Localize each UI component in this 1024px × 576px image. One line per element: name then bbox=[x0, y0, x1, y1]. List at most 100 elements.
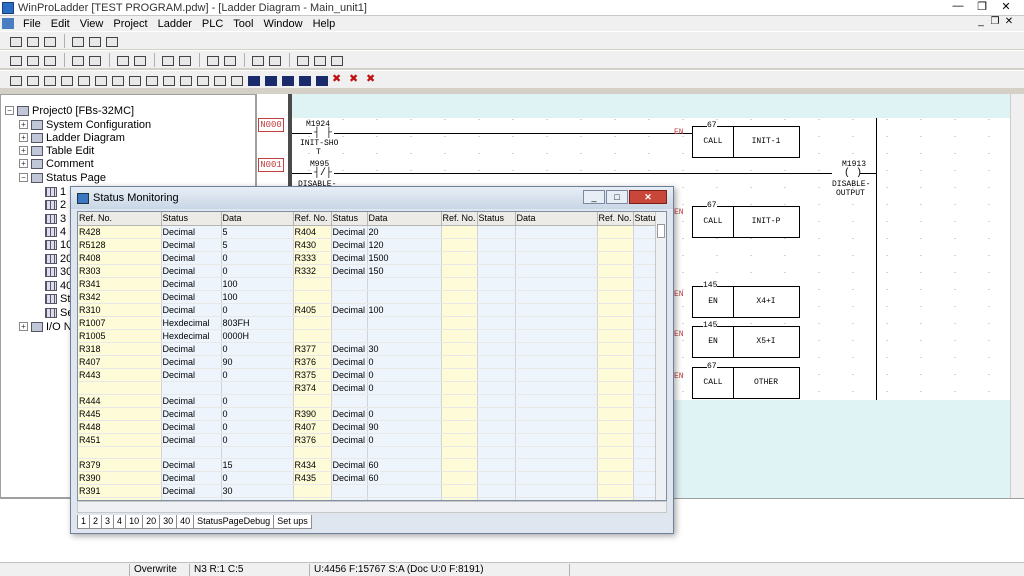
status-monitoring-dialog[interactable]: Status Monitoring _ □ ✕ Ref. No. Status Da… bbox=[70, 186, 674, 534]
network-label[interactable]: N000 bbox=[258, 118, 284, 132]
status-cell[interactable]: Decimal bbox=[331, 342, 368, 356]
ref-cell[interactable]: R448 bbox=[78, 420, 162, 434]
status-cell[interactable]: Decimal bbox=[331, 355, 368, 369]
ref-cell[interactable] bbox=[597, 225, 634, 239]
tree-item-ladder-diagram[interactable]: + Ladder Diagram bbox=[19, 131, 125, 144]
cut-icon[interactable] bbox=[70, 54, 84, 66]
ladder-view-icon[interactable] bbox=[70, 35, 84, 47]
ref-cell[interactable]: R451 bbox=[78, 433, 162, 447]
status-cell[interactable]: Decimal bbox=[161, 433, 222, 447]
status-cell[interactable]: Decimal bbox=[161, 471, 222, 486]
ref-cell[interactable] bbox=[441, 446, 478, 460]
arrow-icon[interactable] bbox=[229, 74, 243, 86]
status-cell[interactable] bbox=[477, 342, 516, 356]
page-icon[interactable] bbox=[250, 54, 264, 66]
table-row[interactable]: R341 Decimal 100 bbox=[78, 277, 658, 291]
ref-cell[interactable] bbox=[441, 277, 478, 291]
coil-icon[interactable] bbox=[127, 74, 141, 86]
ref-cell[interactable]: R444 bbox=[78, 394, 162, 408]
status-cell[interactable] bbox=[477, 394, 516, 408]
ref-cell[interactable] bbox=[441, 394, 478, 408]
status-cell[interactable]: Decimal bbox=[331, 381, 368, 395]
r-block-icon[interactable] bbox=[263, 74, 277, 86]
expand-icon[interactable]: + bbox=[19, 146, 28, 155]
ref-cell[interactable] bbox=[293, 290, 332, 304]
ref-cell[interactable]: R445 bbox=[78, 407, 162, 421]
ref-cell[interactable]: R408 bbox=[78, 251, 162, 265]
ref-cell[interactable] bbox=[597, 484, 634, 499]
expand-icon[interactable]: + bbox=[19, 159, 28, 168]
ref-cell[interactable] bbox=[597, 329, 634, 343]
ref-cell[interactable]: R430 bbox=[293, 238, 332, 252]
grid-horizontal-scrollbar[interactable] bbox=[77, 501, 667, 513]
ref-cell[interactable]: R428 bbox=[78, 225, 162, 239]
data-cell[interactable]: 0 bbox=[367, 381, 442, 395]
status-cell[interactable] bbox=[633, 316, 658, 330]
status-cell[interactable]: Decimal bbox=[161, 290, 222, 304]
run-icon[interactable] bbox=[8, 54, 22, 66]
data-cell[interactable]: 0 bbox=[221, 251, 294, 265]
data-cell[interactable] bbox=[367, 277, 442, 291]
status-cell[interactable] bbox=[477, 458, 516, 473]
chart-icon[interactable] bbox=[312, 54, 326, 66]
status-cell[interactable] bbox=[477, 329, 516, 343]
menu-window[interactable]: Window bbox=[258, 18, 307, 30]
status-tab[interactable]: 30 bbox=[159, 515, 178, 529]
data-cell[interactable]: 803FH bbox=[221, 316, 294, 330]
ref-cell[interactable] bbox=[597, 238, 634, 252]
delete-column-icon[interactable] bbox=[365, 72, 379, 86]
tree-item-status-page[interactable]: − Status Page bbox=[19, 171, 106, 184]
ref-cell[interactable]: R310 bbox=[78, 303, 162, 317]
ref-cell[interactable]: R390 bbox=[78, 471, 162, 486]
ref-cell[interactable] bbox=[597, 446, 634, 460]
tree-status-page-item[interactable]: 2 bbox=[45, 198, 66, 211]
tree-status-page-item[interactable]: St bbox=[45, 292, 70, 305]
mdi-minimize-button[interactable]: _ bbox=[974, 16, 988, 27]
ref-cell[interactable]: R434 bbox=[293, 458, 332, 473]
data-cell[interactable] bbox=[515, 381, 598, 395]
status-cell[interactable] bbox=[477, 316, 516, 330]
status-cell[interactable] bbox=[331, 316, 368, 330]
status-cell[interactable] bbox=[161, 446, 222, 460]
data-cell[interactable]: 0000H bbox=[221, 329, 294, 343]
monitor-page-icon[interactable] bbox=[295, 54, 309, 66]
contact-no-icon[interactable] bbox=[25, 74, 39, 86]
ref-cell[interactable]: R379 bbox=[78, 458, 162, 473]
ref-cell[interactable] bbox=[597, 316, 634, 330]
status-cell[interactable] bbox=[331, 329, 368, 343]
cross-ref-icon[interactable] bbox=[329, 54, 343, 66]
ref-cell[interactable] bbox=[597, 277, 634, 291]
ref-cell[interactable] bbox=[441, 355, 478, 369]
ref-cell[interactable]: R390 bbox=[293, 407, 332, 421]
column-header[interactable]: Data bbox=[221, 212, 294, 226]
data-cell[interactable]: 100 bbox=[367, 303, 442, 317]
status-cell[interactable] bbox=[477, 368, 516, 382]
table-row[interactable]: R391 Decimal 30 bbox=[78, 484, 658, 499]
open-folder-icon[interactable] bbox=[25, 35, 39, 47]
pointer-icon[interactable] bbox=[8, 74, 22, 86]
data-cell[interactable]: 0 bbox=[221, 303, 294, 317]
set-coil-icon[interactable] bbox=[161, 74, 175, 86]
ref-cell[interactable] bbox=[441, 290, 478, 304]
status-cell[interactable]: Decimal bbox=[331, 251, 368, 265]
data-cell[interactable]: 0 bbox=[367, 368, 442, 382]
status-cell[interactable]: Decimal bbox=[331, 368, 368, 382]
minimize-button[interactable]: — bbox=[946, 0, 970, 13]
data-cell[interactable]: 0 bbox=[367, 433, 442, 447]
ref-cell[interactable] bbox=[441, 420, 478, 434]
tree-status-page-item[interactable]: 30 bbox=[45, 265, 72, 278]
ref-cell[interactable]: R391 bbox=[78, 484, 162, 499]
table-row[interactable]: R303 Decimal 0 R332 Decimal 150 bbox=[78, 264, 658, 278]
c-block-icon[interactable] bbox=[297, 74, 311, 86]
function-block[interactable]: 145 EN X4+I bbox=[692, 281, 800, 318]
status-cell[interactable]: Decimal bbox=[161, 420, 222, 434]
vertical-line-icon[interactable] bbox=[212, 74, 226, 86]
ref-cell[interactable] bbox=[441, 303, 478, 317]
status-cell[interactable]: Decimal bbox=[161, 458, 222, 473]
status-cell[interactable] bbox=[331, 277, 368, 291]
table-row[interactable] bbox=[78, 446, 658, 460]
status-cell[interactable] bbox=[633, 458, 658, 473]
reset-coil-icon[interactable] bbox=[178, 74, 192, 86]
table-row[interactable]: R443 Decimal 0 R375 Decimal 0 bbox=[78, 368, 658, 382]
status-icon[interactable] bbox=[222, 54, 236, 66]
